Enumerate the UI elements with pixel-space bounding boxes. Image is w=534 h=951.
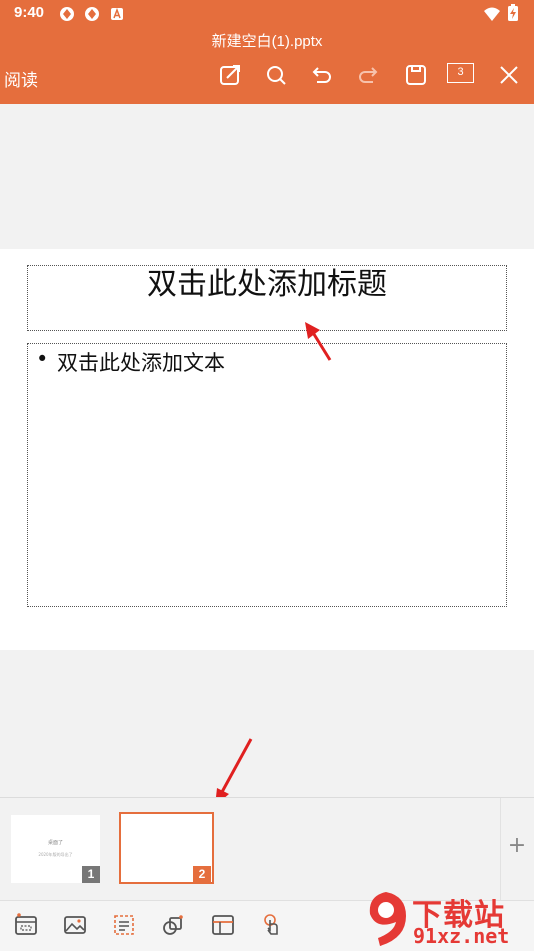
slide-number-badge-2: 2	[193, 866, 211, 883]
add-slide-button[interactable]: +	[506, 835, 528, 858]
image-icon[interactable]	[62, 912, 88, 938]
annotation-arrow-thumbnail	[215, 738, 253, 806]
slide-number-badge-1: 1	[82, 866, 100, 883]
shape-icon[interactable]	[160, 912, 186, 938]
watermark-logo	[369, 892, 406, 946]
touch-icon[interactable]	[260, 912, 286, 938]
divider	[500, 798, 501, 901]
thumbnail-subtitle-text: 2020年版的导出了	[38, 852, 73, 857]
slide-layout-icon[interactable]	[13, 912, 39, 938]
watermark-site: 91xz.net	[413, 924, 510, 948]
text-box-icon[interactable]	[111, 912, 137, 938]
slide-thumbnail-strip: 桌面了 2020年版的导出了 1 2 +	[0, 797, 534, 901]
table-icon[interactable]	[210, 912, 236, 938]
annotation-arrow-title	[305, 322, 332, 361]
thumbnail-title-text: 桌面了	[47, 840, 63, 846]
